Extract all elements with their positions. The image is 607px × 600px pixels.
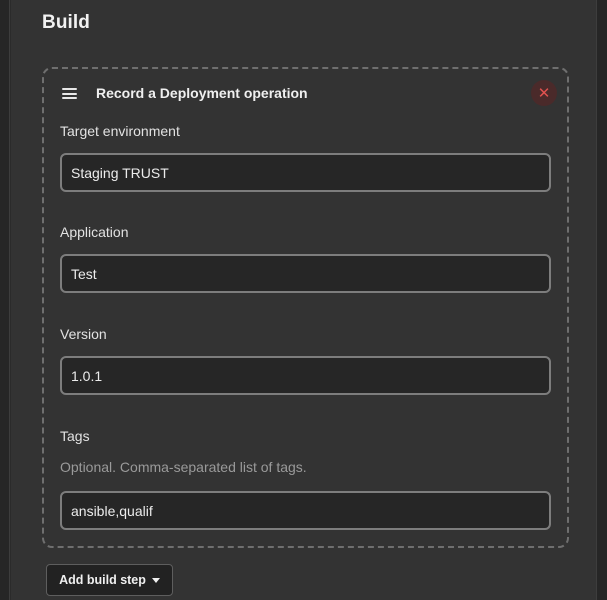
caret-down-icon <box>151 577 160 583</box>
build-step-card <box>42 67 569 548</box>
target-environment-input[interactable] <box>60 153 551 192</box>
target-environment-label: Target environment <box>60 123 180 139</box>
version-label: Version <box>60 326 107 342</box>
close-icon: ✕ <box>537 83 551 102</box>
drag-handle-icon[interactable] <box>62 88 77 99</box>
add-build-step-label: Add build step <box>59 573 146 587</box>
tags-label: Tags <box>60 428 90 444</box>
delete-step-button[interactable]: ✕ <box>531 80 557 106</box>
application-label: Application <box>60 224 129 240</box>
application-input[interactable] <box>60 254 551 293</box>
build-step-title: Record a Deployment operation <box>96 85 308 101</box>
right-gutter <box>596 0 607 600</box>
left-gutter <box>0 0 10 600</box>
add-build-step-button[interactable]: Add build step <box>46 564 173 596</box>
tags-input[interactable] <box>60 491 551 530</box>
version-input[interactable] <box>60 356 551 395</box>
tags-description: Optional. Comma-separated list of tags. <box>60 459 307 475</box>
section-title: Build <box>42 12 90 33</box>
